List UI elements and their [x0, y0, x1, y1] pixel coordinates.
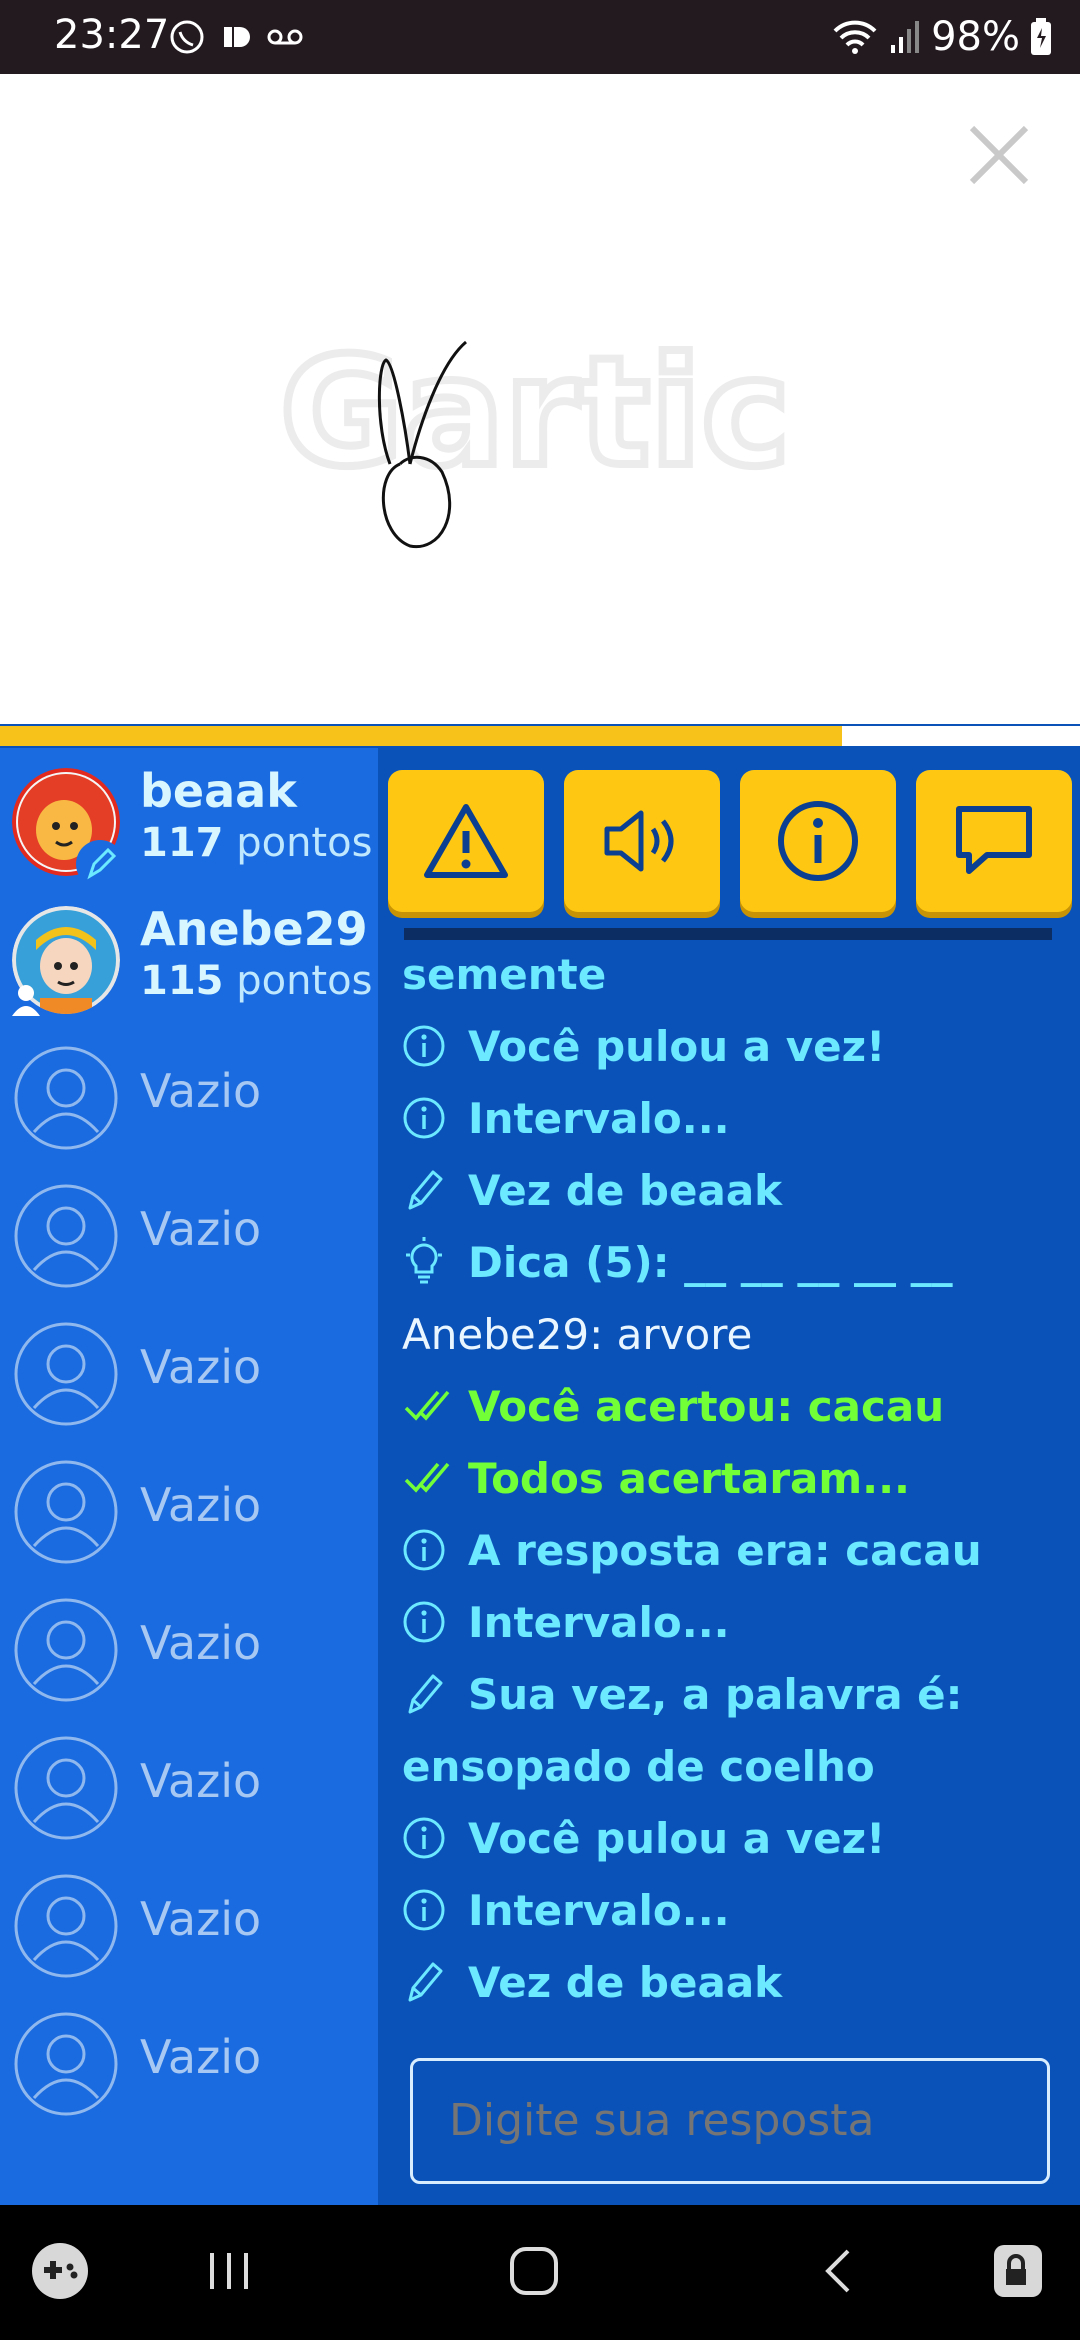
- empty-avatar-icon: [14, 2012, 118, 2116]
- round-timer-fill: [0, 726, 843, 746]
- voicemail-icon: [267, 29, 303, 45]
- empty-avatar-icon: [14, 1046, 118, 1150]
- pencil-icon: [408, 1674, 443, 1714]
- chat-panel: semente Você pulou a vez! Intervalo... V…: [378, 748, 1080, 2205]
- empty-slot-label: Vazio: [140, 1202, 262, 1256]
- empty-slot: Vazio: [0, 1990, 378, 2128]
- empty-slot-label: Vazio: [140, 2030, 262, 2084]
- answer-field[interactable]: [410, 2058, 1050, 2184]
- empty-slot-label: Vazio: [140, 1616, 262, 1670]
- pencil-icon: [408, 1962, 443, 2002]
- player-name: beaak: [140, 764, 297, 818]
- screen-lock-icon[interactable]: [990, 2241, 1046, 2301]
- empty-slot-label: Vazio: [140, 1892, 262, 1946]
- chat-message: Dica (5): __ __ __ __ __: [402, 1226, 1062, 1298]
- chat-message: Vez de beaak: [402, 1154, 1062, 1226]
- info-icon: [403, 1529, 445, 1571]
- chat-message: Anebe29: arvore: [402, 1309, 753, 1359]
- empty-slot: Vazio: [0, 1300, 378, 1438]
- home-icon[interactable]: [508, 2241, 560, 2301]
- empty-avatar-icon: [14, 1460, 118, 1564]
- empty-slot: Vazio: [0, 1852, 378, 1990]
- chat-icon: [956, 806, 1032, 874]
- chat-message: Você acertou: cacau: [402, 1370, 1062, 1442]
- drawing-pencil-icon: [76, 840, 124, 888]
- guesser-user-icon: [12, 985, 40, 1016]
- chat-message: Vez de beaak: [402, 1946, 1062, 2018]
- empty-slot-label: Vazio: [140, 1064, 262, 1118]
- system-nav-bar: [0, 2205, 1080, 2340]
- close-icon[interactable]: [966, 122, 1032, 188]
- pencil-icon: [408, 1170, 443, 1210]
- sound-icon: [604, 810, 674, 872]
- info-icon: [403, 1025, 445, 1067]
- chat-log: semente Você pulou a vez! Intervalo... V…: [402, 938, 1062, 2018]
- status-bar: 23:27 98%: [0, 0, 1080, 74]
- info-icon: [403, 1097, 445, 1139]
- round-timer-bar: [0, 724, 1080, 748]
- wifi-icon: [833, 20, 877, 54]
- empty-avatar-icon: [14, 1598, 118, 1702]
- chat-message: Você pulou a vez!: [402, 1802, 1062, 1874]
- app-notification-icon: [224, 27, 250, 47]
- whatsapp-icon: [170, 20, 204, 54]
- chat-message: Intervalo...: [402, 1586, 1062, 1658]
- lightbulb-icon: [406, 1237, 442, 1284]
- check-icon: [404, 1462, 450, 1493]
- player-item[interactable]: beaak 117 pontos: [0, 748, 378, 888]
- info-icon: [403, 1601, 445, 1643]
- player-item[interactable]: Anebe29 115 pontos: [0, 886, 378, 1024]
- chat-button[interactable]: [916, 770, 1072, 912]
- gartic-watermark: Gartic: [276, 324, 794, 504]
- empty-slot-label: Vazio: [140, 1478, 262, 1532]
- empty-avatar-icon: [14, 1184, 118, 1288]
- sound-button[interactable]: [564, 770, 720, 912]
- chat-message: Sua vez, a palavra é:: [402, 1658, 1062, 1730]
- empty-slot: Vazio: [0, 1024, 378, 1162]
- info-icon: [778, 801, 858, 881]
- battery-percent: 98%: [931, 14, 1020, 60]
- empty-avatar-icon: [14, 1874, 118, 1978]
- empty-slot-label: Vazio: [140, 1340, 262, 1394]
- player-list: beaak 117 pontos Anebe29 115 pontos Vazi…: [0, 748, 378, 2205]
- recent-apps-icon[interactable]: [206, 2241, 252, 2301]
- answer-input[interactable]: [449, 2095, 1009, 2146]
- chat-message: Todos acertaram...: [402, 1442, 1062, 1514]
- empty-slot: Vazio: [0, 1438, 378, 1576]
- chat-message: Intervalo...: [402, 1082, 1062, 1154]
- player-name: Anebe29: [140, 902, 368, 956]
- drawing-canvas[interactable]: Gartic: [0, 74, 1080, 724]
- info-button[interactable]: [740, 770, 896, 912]
- report-button[interactable]: [388, 770, 544, 912]
- empty-avatar-icon: [14, 1322, 118, 1426]
- player-score: 115 pontos: [140, 958, 373, 1004]
- chat-message: Você pulou a vez!: [402, 1010, 1062, 1082]
- chat-message: ensopado de coelho: [402, 1741, 875, 1791]
- game-launcher-icon[interactable]: [30, 2241, 90, 2301]
- status-time: 23:27: [54, 12, 170, 58]
- player-drawing: [377, 340, 467, 549]
- warning-icon: [424, 804, 508, 878]
- chat-message: Intervalo...: [402, 1874, 1062, 1946]
- chat-message: A resposta era: cacau: [402, 1514, 1062, 1586]
- back-icon[interactable]: [818, 2241, 858, 2301]
- check-icon: [404, 1390, 450, 1421]
- chat-message: semente: [402, 949, 607, 999]
- battery-icon: [1031, 18, 1051, 55]
- empty-slot: Vazio: [0, 1714, 378, 1852]
- empty-slot: Vazio: [0, 1576, 378, 1714]
- svg-text:Gartic: Gartic: [280, 326, 790, 500]
- signal-icon: [891, 21, 920, 53]
- info-icon: [403, 1889, 445, 1931]
- empty-slot-label: Vazio: [140, 1754, 262, 1808]
- empty-slot: Vazio: [0, 1162, 378, 1300]
- player-score: 117 pontos: [140, 820, 373, 866]
- info-icon: [403, 1817, 445, 1859]
- empty-avatar-icon: [14, 1736, 118, 1840]
